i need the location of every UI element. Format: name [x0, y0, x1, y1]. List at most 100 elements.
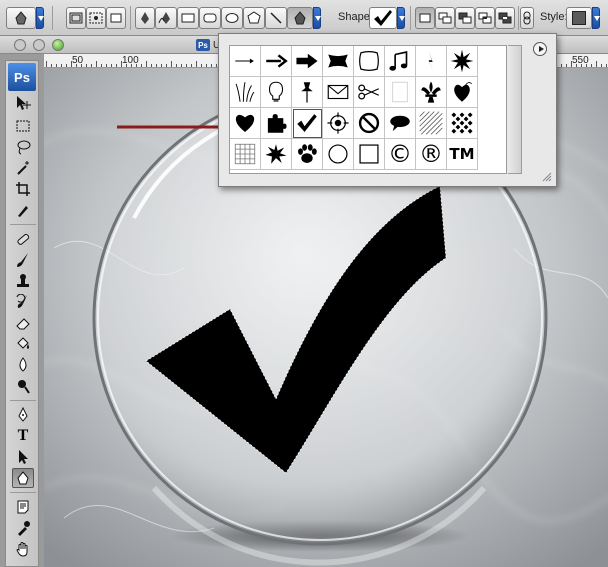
line-tool-button[interactable]: [265, 7, 287, 29]
ruler-tick: [586, 64, 587, 67]
type-tool[interactable]: T: [12, 426, 34, 446]
add-shape-button[interactable]: [435, 7, 455, 29]
zoom-button[interactable]: [52, 39, 64, 51]
notes-tool[interactable]: [12, 497, 34, 517]
shape-cell-trademark[interactable]: TM: [447, 139, 478, 170]
paths-button[interactable]: [86, 7, 106, 29]
hand-icon: [16, 542, 28, 557]
shape-cell-blank-sign[interactable]: [385, 77, 416, 108]
path-selection-tool[interactable]: [12, 447, 34, 467]
shape-cell-diamond-grid[interactable]: [447, 108, 478, 139]
tool-preset-arrow[interactable]: [36, 7, 44, 29]
shape-cell-circle[interactable]: [323, 139, 354, 170]
dodge-icon: [18, 380, 30, 394]
shape-cell-starburst[interactable]: [447, 46, 478, 77]
shape-cell-grid[interactable]: [230, 139, 261, 170]
lightbulb-icon: [268, 81, 284, 102]
hatch-pattern-icon: [419, 111, 443, 135]
shape-cell-copyright[interactable]: ©: [385, 139, 416, 170]
magic-wand-tool[interactable]: [12, 158, 34, 178]
custom-shape-tool[interactable]: [12, 468, 34, 488]
create-new-shape-button[interactable]: [415, 7, 435, 29]
close-button[interactable]: [14, 39, 26, 51]
shape-cell-fleur-de-lis[interactable]: [416, 77, 447, 108]
intersect-shape-button[interactable]: [475, 7, 495, 29]
crop-tool[interactable]: [12, 179, 34, 199]
picker-menu-icon[interactable]: [533, 42, 547, 56]
shape-cell-hearts-suit[interactable]: [447, 77, 478, 108]
magic-wand-icon: [17, 161, 29, 175]
arrow-medium-icon: [266, 54, 288, 68]
blur-tool[interactable]: [12, 355, 34, 375]
eyedropper-tool[interactable]: [12, 518, 34, 538]
shape-cell-banner[interactable]: [323, 46, 354, 77]
paint-bucket-icon: [17, 337, 29, 349]
ruler-tick: [136, 64, 137, 67]
shape-cell-scissors[interactable]: [354, 77, 385, 108]
resize-grip-icon[interactable]: [542, 172, 552, 182]
lasso-tool[interactable]: [12, 137, 34, 157]
paint-bucket-tool[interactable]: [12, 334, 34, 354]
shape-cell-arrow-medium[interactable]: [261, 46, 292, 77]
shape-cell-envelope[interactable]: [323, 77, 354, 108]
shape-cell-no-symbol[interactable]: [354, 108, 385, 139]
photoshop-logo[interactable]: Ps: [8, 63, 36, 91]
hand-tool[interactable]: [12, 539, 34, 559]
shape-cell-arrow-bold[interactable]: [292, 46, 323, 77]
style-picker-button[interactable]: [566, 7, 592, 29]
healing-brush-tool[interactable]: [12, 229, 34, 249]
shape-picker-button[interactable]: [369, 7, 397, 29]
pen-tool[interactable]: [12, 405, 34, 425]
rounded-rectangle-tool-button[interactable]: [199, 7, 221, 29]
slice-tool[interactable]: [12, 200, 34, 220]
shape-cell-music-notes[interactable]: [385, 46, 416, 77]
shape-cell-paw-print[interactable]: [292, 139, 323, 170]
shape-cell-hatch-pattern[interactable]: [416, 108, 447, 139]
ruler-tick: [591, 64, 592, 67]
shape-cell-heart-card[interactable]: [230, 108, 261, 139]
minimize-button[interactable]: [33, 39, 45, 51]
fill-pixels-button[interactable]: [106, 7, 126, 29]
freeform-pen-button[interactable]: [155, 7, 177, 29]
move-tool[interactable]: [12, 93, 34, 113]
line-icon: [270, 12, 282, 24]
shape-cell-frame[interactable]: [354, 46, 385, 77]
exclude-shape-button[interactable]: [495, 7, 515, 29]
picker-scrollbar[interactable]: [508, 45, 522, 174]
shape-cell-lightning[interactable]: [416, 46, 447, 77]
eraser-tool[interactable]: [12, 313, 34, 333]
brush-tool[interactable]: [12, 250, 34, 270]
ruler-tick: [201, 64, 202, 67]
document-tab[interactable]: Ps U: [196, 38, 220, 52]
shape-cell-pushpin[interactable]: [292, 77, 323, 108]
shape-layers-button[interactable]: [66, 7, 86, 29]
pen-tool-button[interactable]: [135, 7, 155, 29]
shape-cell-arrow-thin[interactable]: [230, 46, 261, 77]
custom-shape-arrow[interactable]: [313, 7, 321, 29]
shape-cell-puzzle-piece[interactable]: [261, 108, 292, 139]
tool-preset-picker[interactable]: [6, 7, 36, 29]
ellipse-tool-button[interactable]: [221, 7, 243, 29]
shape-cell-lightbulb[interactable]: [261, 77, 292, 108]
dodge-tool[interactable]: [12, 376, 34, 396]
shape-cell-square[interactable]: [354, 139, 385, 170]
custom-shape-tool-button[interactable]: [287, 7, 313, 29]
shape-cell-grass[interactable]: [230, 77, 261, 108]
shape-cell-speech-bubble[interactable]: [385, 108, 416, 139]
shape-cell-checkmark[interactable]: [292, 108, 323, 139]
blank-sign-icon: [392, 81, 408, 103]
shape-cell-target[interactable]: [323, 108, 354, 139]
clone-stamp-tool[interactable]: [12, 271, 34, 291]
link-style-button[interactable]: [520, 7, 534, 29]
marquee-tool[interactable]: [12, 116, 34, 136]
rectangle-tool-button[interactable]: [177, 7, 199, 29]
pushpin-icon: [301, 82, 313, 103]
shape-cell-registered[interactable]: ®: [416, 139, 447, 170]
subtract-shape-button[interactable]: [455, 7, 475, 29]
polygon-tool-button[interactable]: [243, 7, 265, 29]
shape-picker-arrow[interactable]: [397, 7, 405, 29]
exclude-icon: [498, 12, 512, 24]
history-brush-tool[interactable]: [12, 292, 34, 312]
style-picker-arrow[interactable]: [592, 7, 600, 29]
shape-cell-burst[interactable]: [261, 139, 292, 170]
